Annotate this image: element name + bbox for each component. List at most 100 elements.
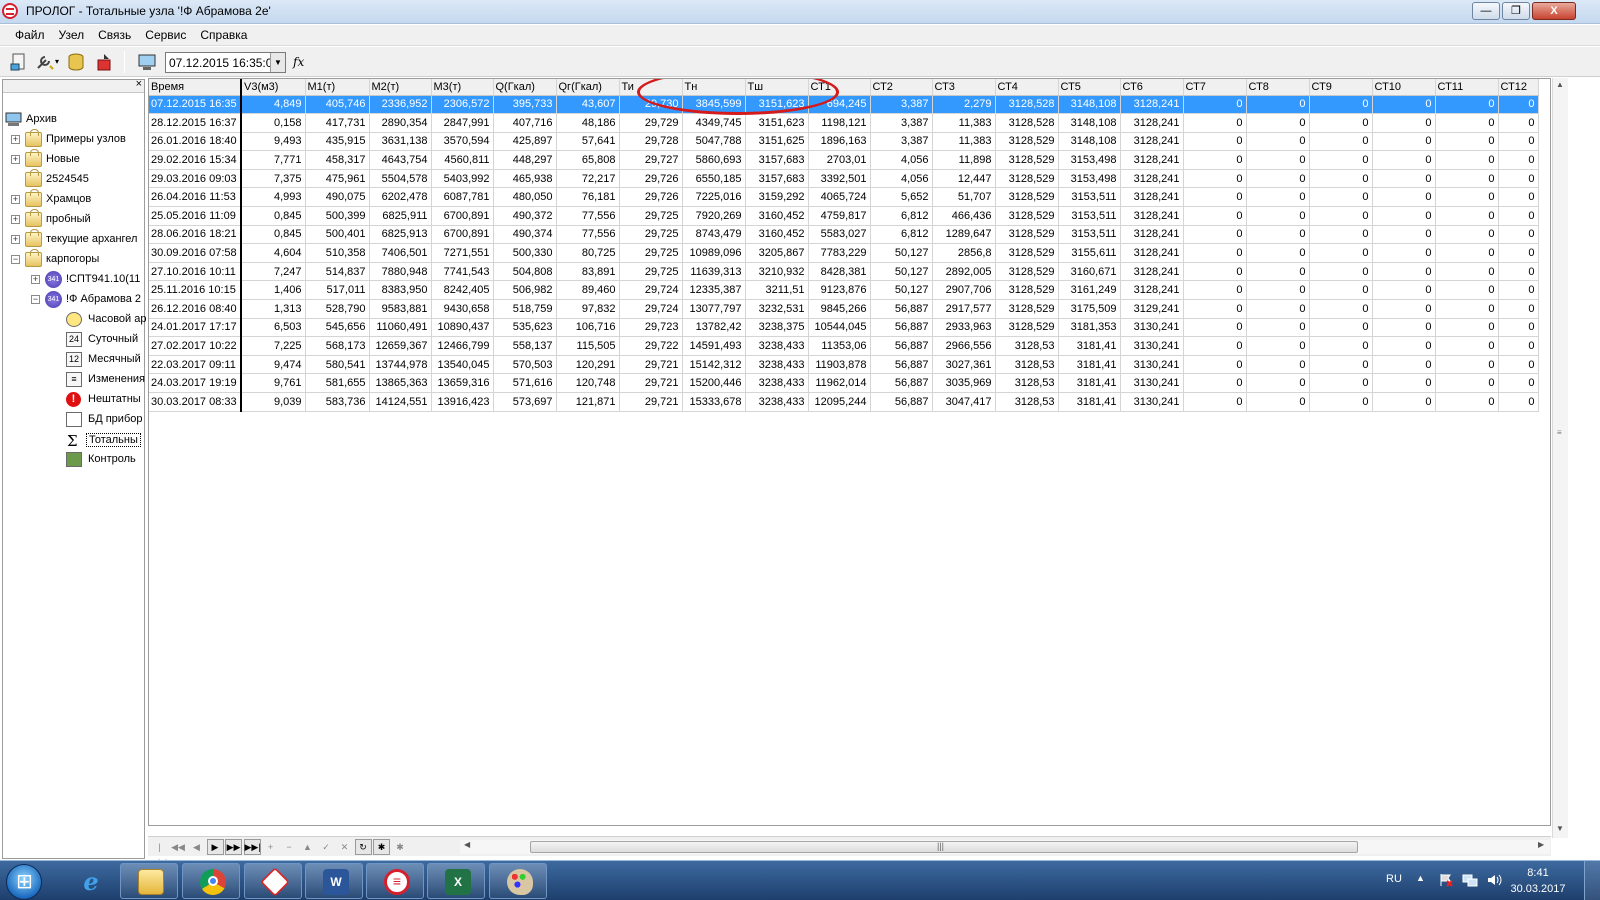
table-cell[interactable]: 3148,108 <box>1058 95 1121 115</box>
table-cell[interactable]: 0 <box>1309 318 1373 338</box>
table-cell[interactable]: 0 <box>1435 336 1499 356</box>
table-cell[interactable]: 11,383 <box>932 132 996 152</box>
table-cell[interactable]: 9,474 <box>241 355 306 375</box>
table-cell[interactable]: 0 <box>1309 169 1373 189</box>
table-cell[interactable]: 7,225 <box>241 336 306 356</box>
table-cell[interactable]: 9,761 <box>241 373 306 393</box>
menu-service[interactable]: Сервис <box>138 25 193 42</box>
expand-icon[interactable]: + <box>11 235 20 244</box>
table-cell[interactable]: 0 <box>1435 225 1499 245</box>
table-cell[interactable]: 3845,599 <box>682 95 746 115</box>
table-cell[interactable]: 1289,647 <box>932 225 996 245</box>
table-cell[interactable]: 0 <box>1183 187 1247 208</box>
table-cell[interactable]: 0 <box>1309 262 1373 282</box>
table-cell[interactable]: 7225,016 <box>682 187 746 208</box>
scroll-down-icon[interactable]: ▼ <box>1556 824 1564 833</box>
table-cell[interactable]: 4560,811 <box>431 150 494 170</box>
table-cell[interactable]: 4349,745 <box>682 113 746 133</box>
column-header[interactable]: СТ2 <box>870 79 933 96</box>
table-cell[interactable]: 0 <box>1246 373 1310 393</box>
table-cell[interactable]: 0 <box>1309 150 1373 170</box>
table-cell[interactable]: 0 <box>1435 132 1499 152</box>
table-cell[interactable]: 0 <box>1246 150 1310 170</box>
table-cell[interactable]: 0 <box>1372 299 1436 319</box>
table-cell[interactable]: 0 <box>1498 243 1539 263</box>
column-header[interactable]: СТ3 <box>932 79 996 96</box>
table-cell[interactable]: 0 <box>1246 206 1310 226</box>
table-cell[interactable]: 535,623 <box>493 318 557 338</box>
table-cell[interactable]: 3160,452 <box>745 225 809 245</box>
table-cell[interactable]: 0 <box>1498 113 1539 133</box>
table-cell[interactable]: 6550,185 <box>682 169 746 189</box>
menu-connection[interactable]: Связь <box>91 25 138 42</box>
table-cell[interactable]: 0 <box>1498 355 1539 375</box>
table-cell[interactable]: 29,723 <box>619 318 683 338</box>
menu-help[interactable]: Справка <box>193 25 254 42</box>
table-cell[interactable]: 0 <box>1435 206 1499 226</box>
table-cell[interactable]: 0 <box>1435 243 1499 263</box>
table-cell[interactable]: 11060,491 <box>369 318 432 338</box>
column-header[interactable]: СТ7 <box>1183 79 1247 96</box>
column-header[interactable]: Q(Гкал) <box>493 79 557 96</box>
table-cell[interactable]: 3130,241 <box>1120 318 1184 338</box>
table-cell[interactable]: 2,279 <box>932 95 996 115</box>
table-row[interactable]: 26.12.2016 08:40 1,313 528,790 9583,881 9430… <box>149 299 1539 319</box>
table-cell[interactable]: 3238,433 <box>745 392 809 412</box>
table-cell[interactable]: 0 <box>1372 206 1436 226</box>
table-cell[interactable]: 3160,452 <box>745 206 809 226</box>
table-cell[interactable]: 0 <box>1183 280 1247 301</box>
table-cell[interactable]: 2917,577 <box>932 299 996 319</box>
table-cell[interactable]: 0 <box>1435 150 1499 170</box>
table-cell[interactable]: 504,808 <box>493 262 557 282</box>
table-cell[interactable]: 0 <box>1246 225 1310 245</box>
table-cell[interactable]: 7,771 <box>241 150 306 170</box>
column-header[interactable]: СТ6 <box>1120 79 1184 96</box>
table-cell[interactable]: 106,716 <box>556 318 620 338</box>
table-cell[interactable]: 27.10.2016 10:11 <box>149 262 242 282</box>
table-cell[interactable]: 0 <box>1435 299 1499 319</box>
table-row[interactable]: 30.09.2016 07:58 4,604 510,358 7406,501 7271… <box>149 243 1539 263</box>
scroll-up-icon[interactable]: ▲ <box>1556 80 1564 89</box>
table-cell[interactable]: 3205,867 <box>745 243 809 263</box>
table-cell[interactable]: 29,725 <box>619 225 683 245</box>
table-cell[interactable]: 3151,623 <box>745 113 809 133</box>
table-cell[interactable]: 3130,241 <box>1120 336 1184 356</box>
table-cell[interactable]: 9430,658 <box>431 299 494 319</box>
network-icon[interactable] <box>1462 873 1478 887</box>
table-cell[interactable]: 0 <box>1372 373 1436 393</box>
table-cell[interactable]: 417,731 <box>305 113 370 133</box>
table-cell[interactable]: 0 <box>1498 206 1539 226</box>
table-cell[interactable]: 3181,41 <box>1058 392 1121 412</box>
table-cell[interactable]: 11,383 <box>932 113 996 133</box>
volume-icon[interactable] <box>1486 873 1502 887</box>
table-cell[interactable]: 0 <box>1498 132 1539 152</box>
table-cell[interactable]: 120,291 <box>556 355 620 375</box>
table-cell[interactable]: 50,127 <box>870 262 933 282</box>
table-cell[interactable]: 10890,437 <box>431 318 494 338</box>
table-row[interactable]: 29.02.2016 15:34 7,771 458,317 4643,754 4560… <box>149 150 1539 170</box>
table-cell[interactable]: 0 <box>1183 262 1247 282</box>
table-cell[interactable]: 518,759 <box>493 299 557 319</box>
maximize-button[interactable]: ❐ <box>1502 2 1530 20</box>
table-cell[interactable]: 2856,8 <box>932 243 996 263</box>
table-cell[interactable]: 29,725 <box>619 206 683 226</box>
table-cell[interactable]: 3128,529 <box>995 169 1059 189</box>
table-cell[interactable]: 3128,241 <box>1120 206 1184 226</box>
table-cell[interactable]: 0 <box>1246 95 1310 115</box>
horizontal-scroll-thumb[interactable]: ||| <box>530 841 1358 853</box>
export-icon[interactable] <box>95 52 115 72</box>
table-cell[interactable]: 0 <box>1498 95 1539 115</box>
table-cell[interactable]: 0 <box>1372 392 1436 412</box>
table-cell[interactable]: 528,790 <box>305 299 370 319</box>
table-cell[interactable]: 568,173 <box>305 336 370 356</box>
table-cell[interactable]: 3130,241 <box>1120 355 1184 375</box>
start-button[interactable] <box>6 864 42 900</box>
table-cell[interactable]: 3153,511 <box>1058 187 1121 208</box>
table-cell[interactable]: 0 <box>1435 318 1499 338</box>
language-indicator[interactable]: RU <box>1386 873 1402 885</box>
table-cell[interactable]: 490,075 <box>305 187 370 208</box>
table-cell[interactable]: 3128,241 <box>1120 243 1184 263</box>
table-cell[interactable]: 3128,529 <box>995 243 1059 263</box>
table-cell[interactable]: 0 <box>1246 262 1310 282</box>
table-cell[interactable]: 3128,241 <box>1120 150 1184 170</box>
